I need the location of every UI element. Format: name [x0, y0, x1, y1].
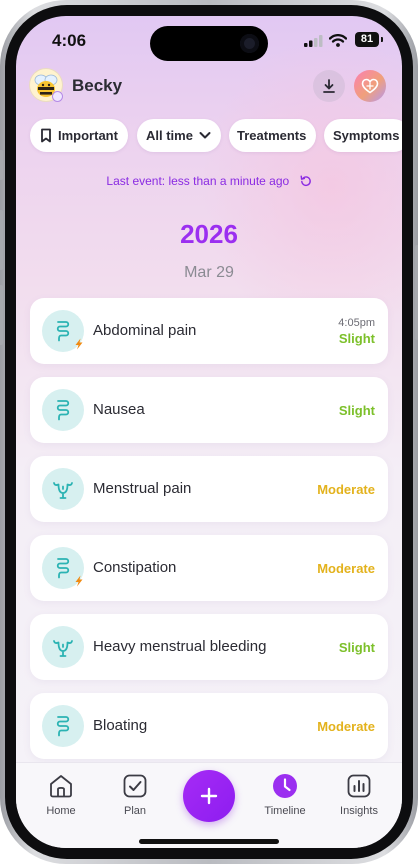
cellular-signal-icon: [304, 35, 323, 47]
add-event-button[interactable]: [183, 770, 235, 822]
volume-down-button: [0, 285, 3, 345]
bookmark-icon: [41, 128, 51, 143]
event-name: Menstrual pain: [93, 480, 192, 497]
uterus-icon: [42, 468, 84, 510]
chip-symptoms[interactable]: Symptoms: [324, 119, 402, 152]
app-screen: 4:06 81 Becky Important All time Treatme…: [16, 16, 402, 848]
tab-timeline-label: Timeline: [264, 805, 306, 817]
checkbox-icon: [123, 774, 147, 798]
chip-important-label: Important: [58, 128, 118, 143]
profile-button[interactable]: [354, 70, 386, 102]
timeline-year: 2026: [180, 219, 238, 249]
event-card-constipation[interactable]: Constipation Moderate: [30, 535, 388, 601]
severity-badge: Slight: [338, 640, 375, 655]
flare-icon: [75, 338, 83, 350]
tab-home-label: Home: [46, 805, 76, 817]
severity-badge: Slight: [338, 331, 375, 346]
clock-icon: [273, 774, 297, 798]
status-time: 4:06: [52, 31, 87, 50]
event-name: Constipation: [93, 559, 177, 576]
filter-chips: Important All time Treatments Symptoms: [30, 119, 402, 153]
refresh-icon: [300, 175, 311, 187]
download-icon: [323, 79, 335, 93]
event-card-bloating[interactable]: Bloating Moderate: [30, 693, 388, 759]
event-name: Bloating: [93, 717, 148, 734]
chip-all-time[interactable]: All time: [137, 119, 221, 152]
event-card-abdominal-pain[interactable]: Abdominal pain 4:05pm Slight: [30, 298, 388, 364]
event-name: Heavy menstrual bleeding: [93, 638, 267, 655]
home-indicator: [139, 839, 279, 844]
chip-treatments[interactable]: Treatments: [229, 119, 316, 152]
severity-badge: Moderate: [317, 719, 375, 734]
last-event[interactable]: Last event: less than a minute ago: [16, 174, 402, 188]
event-card-menstrual-pain[interactable]: Menstrual pain Moderate: [30, 456, 388, 522]
chip-treatments-label: Treatments: [237, 128, 307, 143]
flare-icon: [75, 575, 83, 587]
severity-badge: Moderate: [317, 482, 375, 497]
tab-insights-label: Insights: [340, 805, 378, 817]
dynamic-island: [150, 26, 268, 61]
volume-up-button: [0, 210, 3, 270]
intestine-icon: [42, 705, 84, 747]
intestine-icon: [42, 389, 84, 431]
severity-badge: Moderate: [317, 561, 375, 576]
event-time: 4:05pm: [338, 317, 375, 329]
event-card-nausea[interactable]: Nausea Slight: [30, 377, 388, 443]
wifi-icon: [329, 34, 347, 47]
event-name: Abdominal pain: [93, 322, 197, 339]
timeline-date: Mar 29: [184, 264, 234, 281]
username: Becky: [72, 76, 123, 95]
chip-symptoms-label: Symptoms: [333, 128, 400, 143]
silent-switch: [0, 150, 3, 180]
last-event-text: Last event: less than a minute ago: [106, 174, 290, 188]
chip-all-time-label: All time: [146, 128, 193, 143]
uterus-icon: [42, 626, 84, 668]
plus-icon: [200, 787, 218, 805]
battery-level: 81: [355, 32, 379, 47]
event-card-heavy-menstrual-bleeding[interactable]: Heavy menstrual bleeding Slight: [30, 614, 388, 680]
download-button[interactable]: [313, 70, 345, 102]
camera: [240, 34, 259, 53]
chip-important[interactable]: Important: [30, 119, 128, 152]
home-icon: [50, 775, 72, 798]
heart-profile-icon: [361, 78, 379, 94]
avatar-badge: [52, 91, 63, 102]
severity-badge: Slight: [338, 403, 375, 418]
event-name: Nausea: [93, 401, 145, 418]
chart-icon: [347, 774, 371, 798]
tab-plan-label: Plan: [123, 805, 147, 817]
chevron-down-icon: [199, 132, 211, 139]
